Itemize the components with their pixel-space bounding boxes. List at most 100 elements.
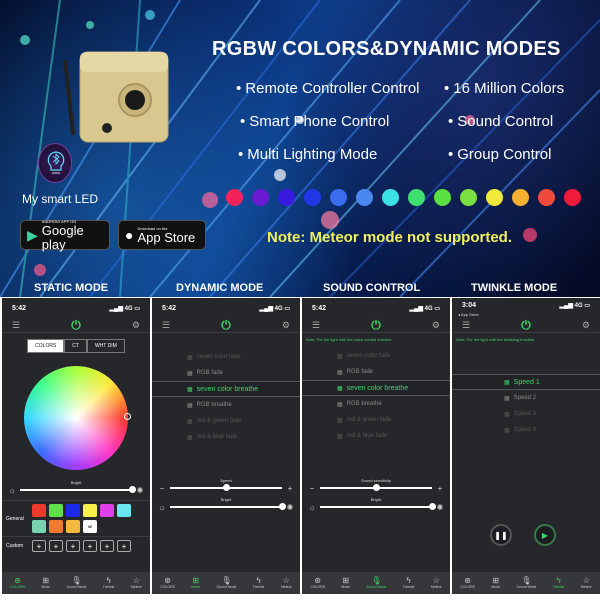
google-play-badge[interactable]: ▶ ANDROID APP ON Google play: [20, 219, 110, 251]
color-swatch[interactable]: [32, 504, 46, 517]
picker-item[interactable]: ▦ red & blue fade: [152, 429, 300, 445]
color-swatch[interactable]: [100, 504, 114, 517]
segment-wht-dim[interactable]: WHT DIM: [86, 339, 125, 353]
add-custom-color-button[interactable]: +: [117, 540, 131, 552]
sensitivity-slider[interactable]: [320, 484, 432, 491]
speed-slider[interactable]: [170, 484, 282, 491]
nav-meteor[interactable]: ☆ Meteor: [431, 576, 442, 590]
picker-item[interactable]: ▦ RGB fade: [152, 365, 300, 381]
mode-picker[interactable]: ▦ seven color fade ▦ RGB fade ▦ seven color b…: [152, 349, 300, 445]
add-custom-color-button[interactable]: +: [100, 540, 114, 552]
minus-icon[interactable]: −: [308, 484, 316, 493]
nav-mode[interactable]: ⊞ Mode: [191, 576, 200, 590]
nav-colors[interactable]: ⊛ COLORS: [10, 576, 25, 590]
picker-item[interactable]: ▦ Speed 2: [452, 390, 600, 406]
gear-icon[interactable]: ⚙: [132, 320, 140, 331]
app-store-badge[interactable]: ● Download on the App Store: [118, 220, 206, 250]
segment-colors[interactable]: COLORS: [27, 339, 65, 353]
feature-smartphone: Smart Phone Control: [240, 113, 389, 130]
color-dot: [226, 189, 243, 206]
nav-twinkle[interactable]: ϟ Twinkle: [403, 576, 415, 590]
add-custom-color-button[interactable]: +: [32, 540, 46, 552]
color-dot: [252, 189, 269, 206]
nav-sound-mode[interactable]: 🎙 Sound Mode: [67, 576, 87, 590]
menu-icon[interactable]: ☰: [162, 320, 170, 331]
color-swatch[interactable]: [49, 520, 63, 533]
plus-icon[interactable]: +: [286, 484, 294, 493]
bright-slider-thumb[interactable]: [129, 486, 136, 493]
picker-item[interactable]: ▦ red & blue fade: [302, 428, 450, 444]
color-dot: [330, 189, 347, 206]
picker-item[interactable]: ▦ RGB breathe: [302, 396, 450, 412]
add-custom-color-button[interactable]: +: [49, 540, 63, 552]
nav-mode[interactable]: ⊞ Mode: [41, 576, 50, 590]
picker-item-label: seven color fade: [196, 354, 241, 360]
minus-icon[interactable]: −: [158, 484, 166, 493]
speed-picker[interactable]: ▦ Speed 1 ▦ Speed 2 ▦ Speed 3 ▦ Speed 4: [452, 374, 600, 438]
power-icon[interactable]: ⏻: [521, 318, 531, 333]
color-swatch[interactable]: W: [83, 520, 97, 533]
color-swatch[interactable]: [83, 504, 97, 517]
picker-item[interactable]: ▦ red & green fade: [152, 413, 300, 429]
menu-icon[interactable]: ☰: [12, 320, 20, 331]
color-wheel[interactable]: [24, 366, 131, 470]
nav-meteor[interactable]: ☆ Meteor: [131, 576, 142, 590]
color-swatch[interactable]: [66, 520, 80, 533]
plus-icon[interactable]: +: [436, 484, 444, 493]
bright-slider-thumb[interactable]: [429, 503, 436, 510]
color-swatch[interactable]: [117, 504, 131, 517]
nav-colors[interactable]: ⊛ COLORS: [460, 576, 475, 590]
menu-icon[interactable]: ☰: [462, 320, 470, 331]
bottom-nav: ⊛ COLORS ⊞ Mode 🎙 Sound Mode ϟ Twinkle ☆ Meteor: [452, 572, 600, 594]
play-button[interactable]: ▶: [534, 524, 556, 546]
picker-item[interactable]: ▦ seven color fade: [302, 348, 450, 364]
dim-icon: ☼: [158, 502, 166, 512]
nav-colors[interactable]: ⊛ COLORS: [310, 576, 325, 590]
nav-label: Twinkle: [252, 585, 265, 589]
bright-slider[interactable]: [320, 503, 436, 510]
sensitivity-slider-thumb[interactable]: [373, 484, 380, 491]
nav-mode[interactable]: ⊞ Mode: [341, 576, 350, 590]
add-custom-color-button[interactable]: +: [66, 540, 80, 552]
bright-slider[interactable]: [20, 486, 136, 493]
power-icon[interactable]: ⏻: [71, 318, 81, 333]
nav-twinkle[interactable]: ϟ Twinkle: [553, 576, 565, 590]
mode-picker[interactable]: ▦ seven color fade ▦ RGB fade ▦ seven color b…: [302, 348, 450, 444]
add-custom-color-button[interactable]: +: [83, 540, 97, 552]
picker-item[interactable]: ▦ Speed 3: [452, 406, 600, 422]
bright-icon: ✺: [436, 502, 444, 512]
picker-item[interactable]: ▦ red & green fade: [302, 412, 450, 428]
nav-sound-mode[interactable]: 🎙 Sound Mode: [217, 576, 237, 590]
nav-colors[interactable]: ⊛ COLORS: [160, 576, 175, 590]
picker-item[interactable]: ▦ Speed 1: [452, 374, 600, 390]
nav-sound-mode[interactable]: 🎙 Sound Mode: [517, 576, 537, 590]
segment-ct[interactable]: CT: [64, 339, 87, 353]
nav-meteor[interactable]: ☆ Meteor: [581, 576, 592, 590]
grid-icon: ▦: [337, 417, 343, 424]
picker-item[interactable]: ▦ seven color fade: [152, 349, 300, 365]
color-swatch[interactable]: [32, 520, 46, 533]
power-icon[interactable]: ⏻: [371, 318, 381, 333]
nav-twinkle[interactable]: ϟ Twinkle: [253, 576, 265, 590]
gear-icon[interactable]: ⚙: [282, 320, 290, 331]
gear-icon[interactable]: ⚙: [432, 320, 440, 331]
color-swatch[interactable]: [49, 504, 63, 517]
color-wheel-knob[interactable]: [124, 413, 131, 420]
picker-item[interactable]: ▦ RGB breathe: [152, 397, 300, 413]
picker-item[interactable]: ▦ Speed 4: [452, 422, 600, 438]
speed-slider-thumb[interactable]: [223, 484, 230, 491]
nav-sound-mode[interactable]: 🎙 Sound Mode: [367, 576, 387, 590]
picker-item[interactable]: ▦ seven color breathe: [302, 380, 450, 396]
gear-icon[interactable]: ⚙: [582, 320, 590, 331]
color-swatch[interactable]: [66, 504, 80, 517]
power-icon[interactable]: ⏻: [221, 318, 231, 333]
nav-meteor[interactable]: ☆ Meteor: [281, 576, 292, 590]
bright-slider[interactable]: [170, 503, 286, 510]
picker-item[interactable]: ▦ seven color breathe: [152, 381, 300, 397]
menu-icon[interactable]: ☰: [312, 320, 320, 331]
bright-slider-thumb[interactable]: [279, 503, 286, 510]
picker-item[interactable]: ▦ RGB fade: [302, 364, 450, 380]
nav-twinkle[interactable]: ϟ Twinkle: [103, 576, 115, 590]
pause-button[interactable]: ❚❚: [490, 524, 512, 546]
nav-mode[interactable]: ⊞ Mode: [491, 576, 500, 590]
